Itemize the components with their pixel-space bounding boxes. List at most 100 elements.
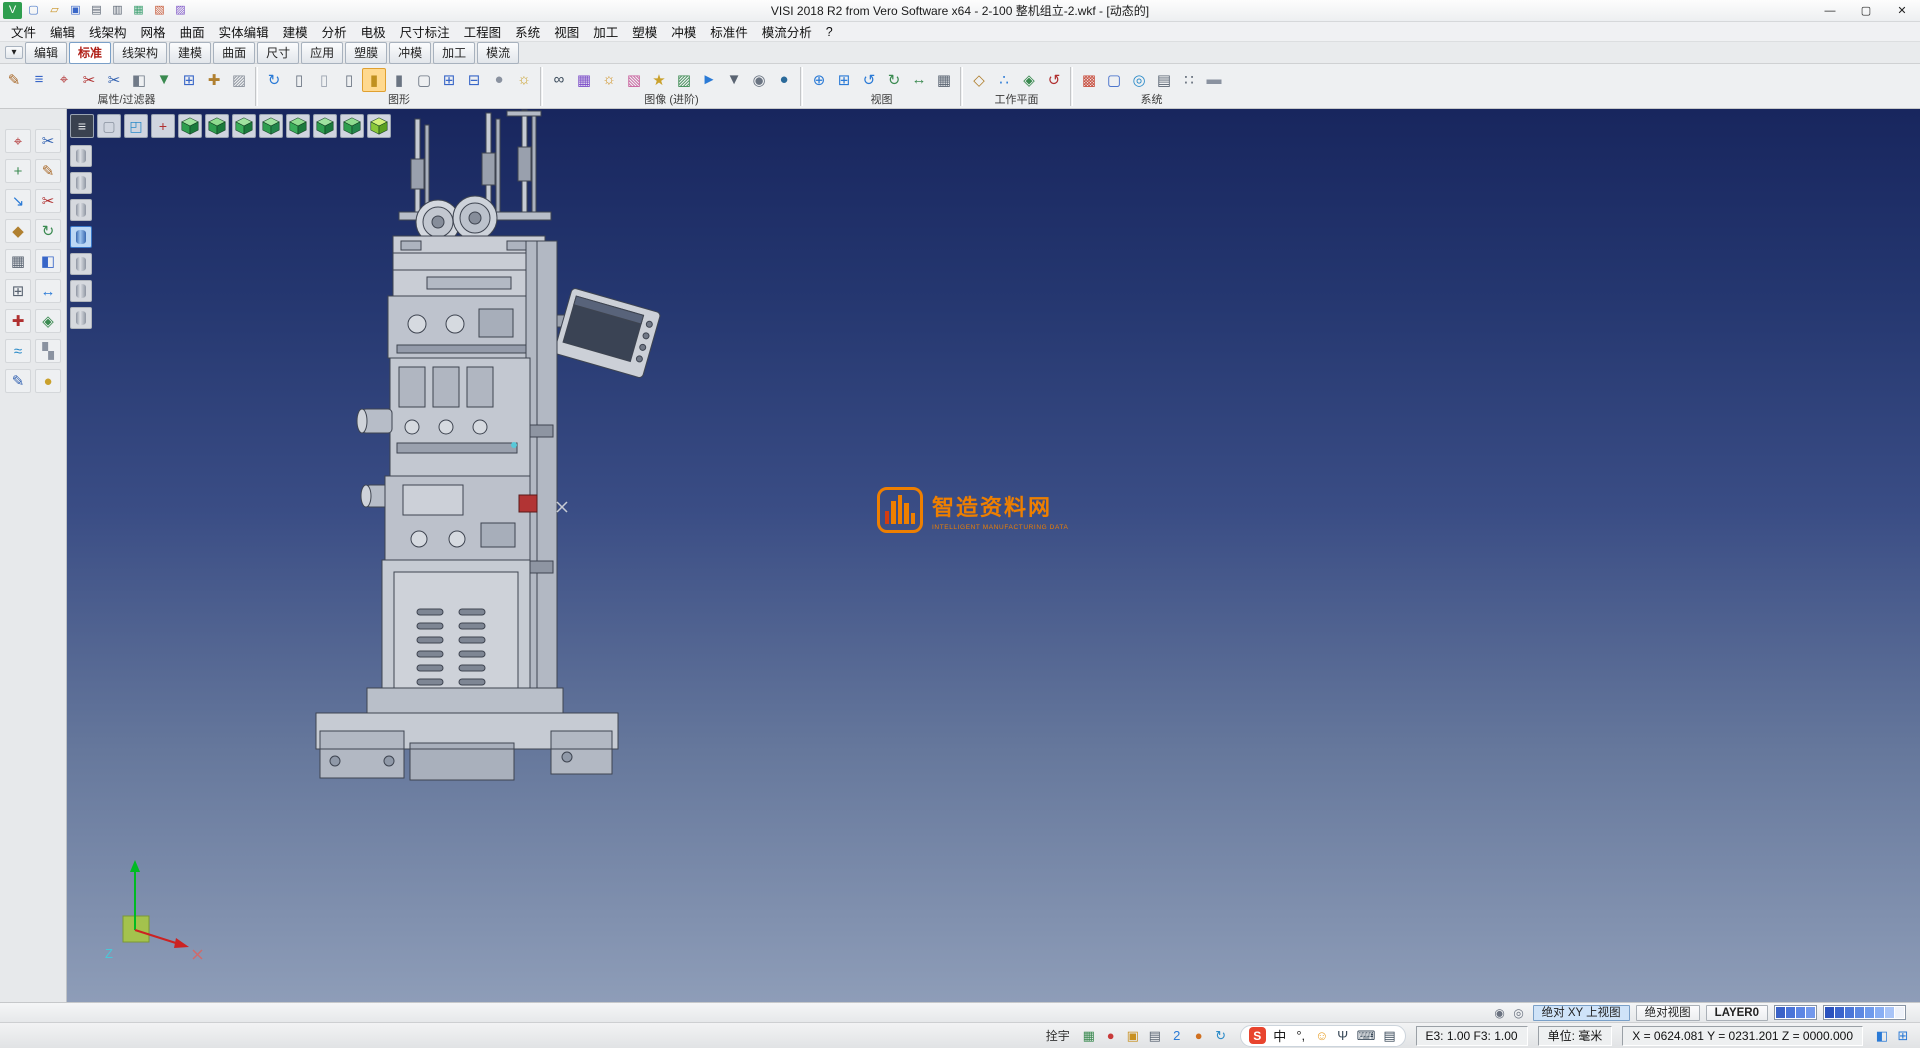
magnet-filter-icon[interactable]: ⌖	[52, 68, 76, 92]
save-icon[interactable]: ▣	[66, 2, 85, 19]
macro-icon[interactable]: ▨	[171, 2, 190, 19]
selection-filter-icon[interactable]: ▼	[152, 68, 176, 92]
plane-icon[interactable]: ◈	[35, 309, 61, 333]
environment-sphere-icon[interactable]: ●	[772, 68, 796, 92]
menu-item-7[interactable]: 分析	[315, 20, 354, 43]
render-sphere-icon[interactable]: ●	[487, 68, 511, 92]
clean-icon[interactable]: ▨	[227, 68, 251, 92]
browser-icon[interactable]: ●	[1190, 1027, 1208, 1045]
menu-item-15[interactable]: 冲模	[664, 20, 703, 43]
ime-keyboard-icon[interactable]: ⌨	[1357, 1028, 1376, 1044]
copy-entities-icon[interactable]: ✂	[102, 68, 126, 92]
screen-layout-icon[interactable]: ▦	[129, 2, 148, 19]
open-folder-icon[interactable]: ▱	[45, 2, 64, 19]
add-icon[interactable]: ✚	[5, 309, 31, 333]
tab-5[interactable]: 尺寸	[257, 42, 299, 64]
materials-icon[interactable]: ▧	[622, 68, 646, 92]
minimize-button[interactable]: —	[1812, 0, 1848, 21]
shaded-icon[interactable]: ▮	[362, 68, 386, 92]
layer-table-icon[interactable]: ⊞	[437, 68, 461, 92]
record-icon[interactable]: ●	[1102, 1027, 1120, 1045]
menu-item-16[interactable]: 标准件	[703, 20, 755, 43]
globe-icon[interactable]: ◎	[1127, 68, 1151, 92]
trim-icon[interactable]: ✂	[35, 129, 61, 153]
menu-item-14[interactable]: 塑模	[625, 20, 664, 43]
print-icon[interactable]: ▤	[87, 2, 106, 19]
ime-lang-icon[interactable]: 中	[1273, 1026, 1287, 1045]
active-body-icon[interactable]	[70, 226, 92, 248]
edges-visibility-icon[interactable]	[70, 280, 92, 302]
menu-item-9[interactable]: 尺寸标注	[393, 20, 457, 43]
layout-mini-icon[interactable]: ◧	[1873, 1027, 1891, 1045]
menu-item-1[interactable]: 编辑	[43, 20, 82, 43]
view-axonometric-icon[interactable]	[367, 114, 391, 138]
diamond-tool-icon[interactable]: ◆	[5, 219, 31, 243]
menu-item-17[interactable]: 模流分析	[755, 20, 819, 43]
layer-stack-icon[interactable]: ≡	[70, 114, 94, 138]
wave-icon[interactable]: ≈	[5, 339, 31, 363]
tab-7[interactable]: 塑膜	[345, 42, 387, 64]
dynamic-rotate-icon[interactable]: ↻	[882, 68, 906, 92]
view-top-icon[interactable]	[205, 114, 229, 138]
tab-8[interactable]: 冲模	[389, 42, 431, 64]
zoom-window-icon[interactable]: ⊞	[832, 68, 856, 92]
ime-toolbox-icon[interactable]: ▤	[1383, 1028, 1397, 1044]
magic-wand-icon[interactable]: ★	[647, 68, 671, 92]
tab-2[interactable]: 线架构	[113, 42, 167, 64]
tab-10[interactable]: 模流	[477, 42, 519, 64]
rotate-center-icon[interactable]: ◉	[1492, 1005, 1508, 1021]
axis-origin-icon[interactable]: +	[151, 114, 175, 138]
orbit-icon[interactable]: ◎	[1511, 1005, 1527, 1021]
menu-item-0[interactable]: 文件	[4, 20, 43, 43]
tab-1[interactable]: 标准	[69, 42, 111, 64]
tab-4[interactable]: 曲面	[213, 42, 255, 64]
layer-button[interactable]: LAYER0	[1706, 1005, 1768, 1021]
erase-icon[interactable]: ◧	[127, 68, 151, 92]
surfaces-visibility-icon[interactable]	[70, 199, 92, 221]
zoom-all-icon[interactable]: ⊕	[807, 68, 831, 92]
maximize-button[interactable]: ▢	[1848, 0, 1884, 21]
menu-item-5[interactable]: 实体编辑	[212, 20, 276, 43]
menu-item-4[interactable]: 曲面	[173, 20, 212, 43]
view-bottom-icon[interactable]	[340, 114, 364, 138]
stereo-glasses-icon[interactable]: ∞	[547, 68, 571, 92]
light-icon[interactable]: ☼	[512, 68, 536, 92]
measure-icon[interactable]: ●	[35, 369, 61, 393]
view-back-icon[interactable]	[259, 114, 283, 138]
workplane-indicator[interactable]: 绝对 XY 上视图	[1533, 1005, 1630, 1021]
workplane-view-icon[interactable]: ◈	[1017, 68, 1041, 92]
menu-item-10[interactable]: 工程图	[457, 20, 509, 43]
color-grid-icon[interactable]: ▩	[1077, 68, 1101, 92]
pen-style-icon[interactable]: ✚	[202, 68, 226, 92]
point-icon[interactable]: +	[5, 159, 31, 183]
menu-item-18[interactable]: ?	[819, 23, 840, 41]
move-icon[interactable]: ↔	[35, 279, 61, 303]
render-quality-icon[interactable]: ◉	[747, 68, 771, 92]
layer-table-2-icon[interactable]: ⊟	[462, 68, 486, 92]
menu-item-2[interactable]: 线架构	[82, 20, 134, 43]
texture-icon[interactable]: ▨	[672, 68, 696, 92]
zoom-previous-icon[interactable]: ↺	[857, 68, 881, 92]
points-visibility-icon[interactable]	[70, 253, 92, 275]
sync-icon[interactable]: ↻	[1212, 1027, 1230, 1045]
view-manager-icon[interactable]: ▦	[932, 68, 956, 92]
wireframe-visibility-icon[interactable]	[70, 172, 92, 194]
project-icon[interactable]: ↘	[5, 189, 31, 213]
view-front-icon[interactable]	[232, 114, 256, 138]
capture-icon[interactable]: ▦	[1080, 1027, 1098, 1045]
direction-arrow-icon[interactable]: ►	[697, 68, 721, 92]
small-view-icon[interactable]: ◰	[124, 114, 148, 138]
viewport-3d[interactable]: ≡▢◰+ 智造资料网 INTELLIGENT MANUFACTURING DAT…	[67, 109, 1920, 1002]
quick-select-icon[interactable]: ⊞	[177, 68, 201, 92]
note-2-icon[interactable]: 2	[1168, 1027, 1186, 1045]
menu-item-11[interactable]: 系统	[508, 20, 547, 43]
plot-icon[interactable]: ▥	[108, 2, 127, 19]
hatch-icon[interactable]: ▚	[35, 339, 61, 363]
sogou-logo-icon[interactable]: S	[1249, 1027, 1266, 1044]
shaded-edges-icon[interactable]: ▮	[387, 68, 411, 92]
bounding-box-icon[interactable]: ▢	[412, 68, 436, 92]
grid-mini-icon[interactable]: ⊞	[1894, 1027, 1912, 1045]
film-icon[interactable]: ▤	[1152, 68, 1176, 92]
workplane-reset-icon[interactable]: ↺	[1042, 68, 1066, 92]
sketch-icon[interactable]: ✎	[35, 159, 61, 183]
